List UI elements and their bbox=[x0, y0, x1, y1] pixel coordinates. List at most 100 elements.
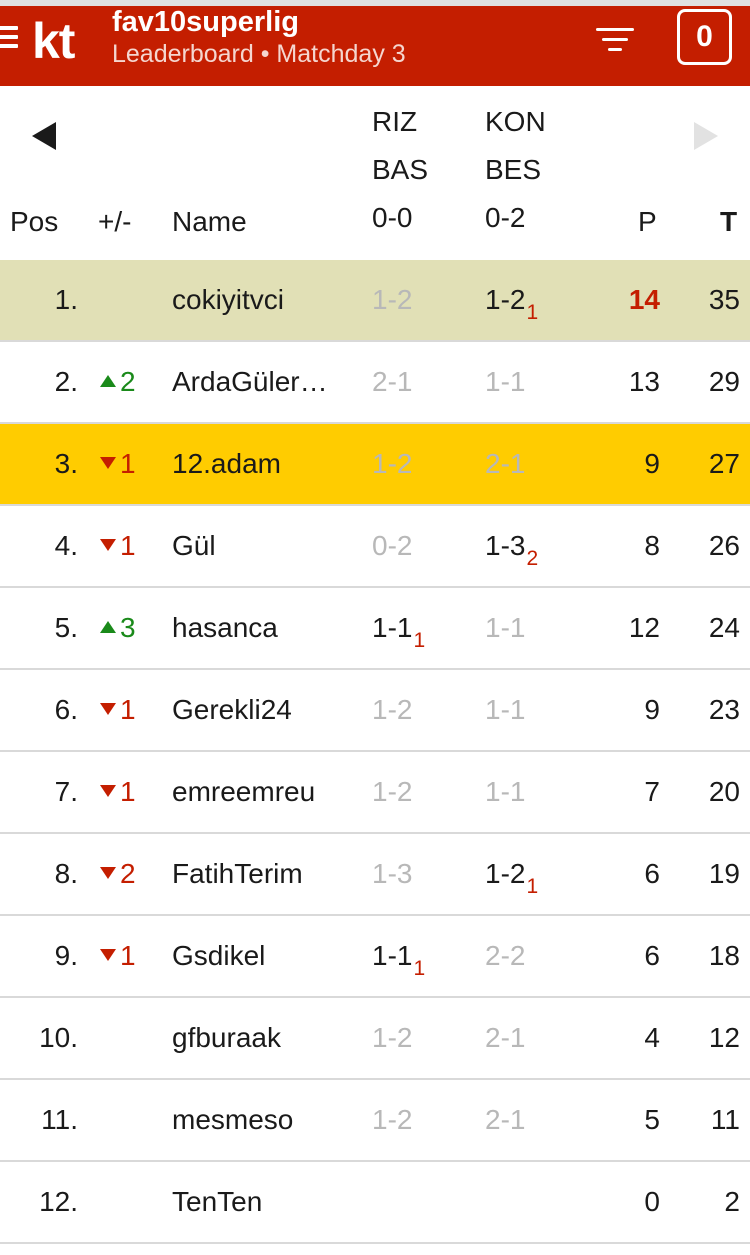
rank-down-icon bbox=[100, 703, 116, 715]
rank-down-icon bbox=[100, 785, 116, 797]
notification-counter[interactable]: 0 bbox=[677, 9, 732, 65]
filter-icon[interactable] bbox=[596, 26, 636, 56]
row-position: 6. bbox=[54, 694, 78, 725]
row-player-name[interactable]: Gerekli24 bbox=[172, 670, 350, 750]
rank-change: 1 bbox=[100, 752, 160, 832]
prediction-points: 1 bbox=[526, 301, 539, 324]
row-prediction-1: 1-11 bbox=[372, 612, 426, 652]
row-prediction-1: 1-2 bbox=[372, 694, 413, 725]
rank-change: 2 bbox=[100, 834, 160, 914]
row-player-name[interactable]: ArdaGüler… bbox=[172, 342, 350, 422]
row-points: 12 bbox=[628, 612, 660, 643]
prediction-points: 1 bbox=[413, 957, 426, 980]
row-position: 12. bbox=[39, 1186, 78, 1217]
row-points: 5 bbox=[644, 1104, 660, 1135]
row-points: 6 bbox=[644, 858, 660, 889]
table-row[interactable]: 12. TenTen 0 2 bbox=[0, 1162, 750, 1244]
row-prediction-2: 1-21 bbox=[485, 858, 539, 898]
table-header: RIZ BAS 0-0 KON BES 0-2 Pos +/- Name P T bbox=[0, 86, 750, 260]
match-home-team: RIZ bbox=[372, 106, 418, 137]
row-player-name[interactable]: TenTen bbox=[172, 1162, 350, 1242]
next-matchday-arrow-icon[interactable] bbox=[694, 122, 718, 150]
column-header-name[interactable]: Name bbox=[172, 206, 247, 238]
row-prediction-1: 1-11 bbox=[372, 940, 426, 980]
row-prediction-2: 1-1 bbox=[485, 776, 526, 807]
row-player-name[interactable]: Gül bbox=[172, 506, 350, 586]
table-row[interactable]: 1. cokiyitvci 1-2 1-21 14 35 bbox=[0, 260, 750, 342]
table-row[interactable]: 2. 2 ArdaGüler… 2-1 1-1 13 29 bbox=[0, 342, 750, 424]
table-row[interactable]: 7. 1 emreemreu 1-2 1-1 7 20 bbox=[0, 752, 750, 834]
row-points: 9 bbox=[644, 448, 660, 479]
row-prediction-2: 1-21 bbox=[485, 284, 539, 324]
row-total: 18 bbox=[708, 940, 740, 971]
column-header-pos[interactable]: Pos bbox=[10, 206, 58, 238]
row-total: 19 bbox=[708, 858, 740, 889]
row-points: 6 bbox=[644, 940, 660, 971]
rank-change: 1 bbox=[100, 916, 160, 996]
row-prediction-1: 1-2 bbox=[372, 448, 413, 479]
rank-up-icon bbox=[100, 621, 116, 633]
row-position: 8. bbox=[54, 858, 78, 889]
row-prediction-2: 2-1 bbox=[485, 1022, 526, 1053]
row-total: 29 bbox=[708, 366, 740, 397]
row-points: 13 bbox=[628, 366, 660, 397]
row-points: 7 bbox=[644, 776, 660, 807]
row-prediction-1: 0-2 bbox=[372, 530, 413, 561]
table-row[interactable]: 10. gfburaak 1-2 2-1 4 12 bbox=[0, 998, 750, 1080]
rank-change: 1 bbox=[100, 670, 160, 750]
match-column-2[interactable]: KON BES 0-2 bbox=[485, 98, 546, 242]
row-total: 20 bbox=[708, 776, 740, 807]
row-position: 2. bbox=[54, 366, 78, 397]
prediction-points: 2 bbox=[526, 547, 539, 570]
table-row[interactable]: 11. mesmeso 1-2 2-1 5 11 bbox=[0, 1080, 750, 1162]
row-points: 0 bbox=[644, 1186, 660, 1217]
row-prediction-2: 1-1 bbox=[485, 366, 526, 397]
prediction-points: 1 bbox=[413, 629, 426, 652]
app-logo[interactable]: kt bbox=[32, 12, 75, 70]
row-position: 4. bbox=[54, 530, 78, 561]
column-header-total[interactable]: T bbox=[720, 206, 737, 238]
row-total: 26 bbox=[708, 530, 740, 561]
row-player-name[interactable]: FatihTerim bbox=[172, 834, 350, 914]
match-home-team: KON bbox=[485, 106, 546, 137]
row-player-name[interactable]: gfburaak bbox=[172, 998, 350, 1078]
match-column-1[interactable]: RIZ BAS 0-0 bbox=[372, 98, 428, 242]
row-prediction-2: 2-2 bbox=[485, 940, 526, 971]
table-row[interactable]: 6. 1 Gerekli24 1-2 1-1 9 23 bbox=[0, 670, 750, 752]
table-row[interactable]: 9. 1 Gsdikel 1-11 2-2 6 18 bbox=[0, 916, 750, 998]
prediction-points: 1 bbox=[526, 875, 539, 898]
row-player-name[interactable]: cokiyitvci bbox=[172, 260, 350, 340]
row-player-name[interactable]: emreemreu bbox=[172, 752, 350, 832]
app-header: kt fav10superlig Leaderboard • Matchday … bbox=[0, 0, 750, 86]
menu-icon[interactable] bbox=[0, 24, 20, 54]
row-total: 2 bbox=[724, 1186, 740, 1217]
row-prediction-2: 1-1 bbox=[485, 694, 526, 725]
row-position: 7. bbox=[54, 776, 78, 807]
row-prediction-1 bbox=[372, 1162, 472, 1242]
row-prediction-2: 1-32 bbox=[485, 530, 539, 570]
row-prediction-2 bbox=[485, 1162, 585, 1242]
row-position: 5. bbox=[54, 612, 78, 643]
row-prediction-1: 1-3 bbox=[372, 858, 413, 889]
rank-change: 1 bbox=[100, 424, 160, 504]
column-header-change[interactable]: +/- bbox=[98, 206, 131, 238]
row-player-name[interactable]: mesmeso bbox=[172, 1080, 350, 1160]
row-prediction-1: 1-2 bbox=[372, 776, 413, 807]
row-player-name[interactable]: 12.adam bbox=[172, 424, 350, 504]
table-row[interactable]: 4. 1 Gül 0-2 1-32 8 26 bbox=[0, 506, 750, 588]
row-prediction-2: 2-1 bbox=[485, 1104, 526, 1135]
row-position: 1. bbox=[54, 284, 78, 315]
row-position: 3. bbox=[54, 448, 78, 479]
previous-matchday-arrow-icon[interactable] bbox=[32, 122, 56, 150]
row-player-name[interactable]: hasanca bbox=[172, 588, 350, 668]
column-header-points[interactable]: P bbox=[638, 206, 657, 238]
table-row[interactable]: 8. 2 FatihTerim 1-3 1-21 6 19 bbox=[0, 834, 750, 916]
row-points: 4 bbox=[644, 1022, 660, 1053]
row-prediction-2: 2-1 bbox=[485, 448, 526, 479]
table-row[interactable]: 3. 1 12.adam 1-2 2-1 9 27 bbox=[0, 424, 750, 506]
row-player-name[interactable]: Gsdikel bbox=[172, 916, 350, 996]
row-total: 24 bbox=[708, 612, 740, 643]
row-total: 23 bbox=[708, 694, 740, 725]
rank-change: 3 bbox=[100, 588, 160, 668]
table-row[interactable]: 5. 3 hasanca 1-11 1-1 12 24 bbox=[0, 588, 750, 670]
